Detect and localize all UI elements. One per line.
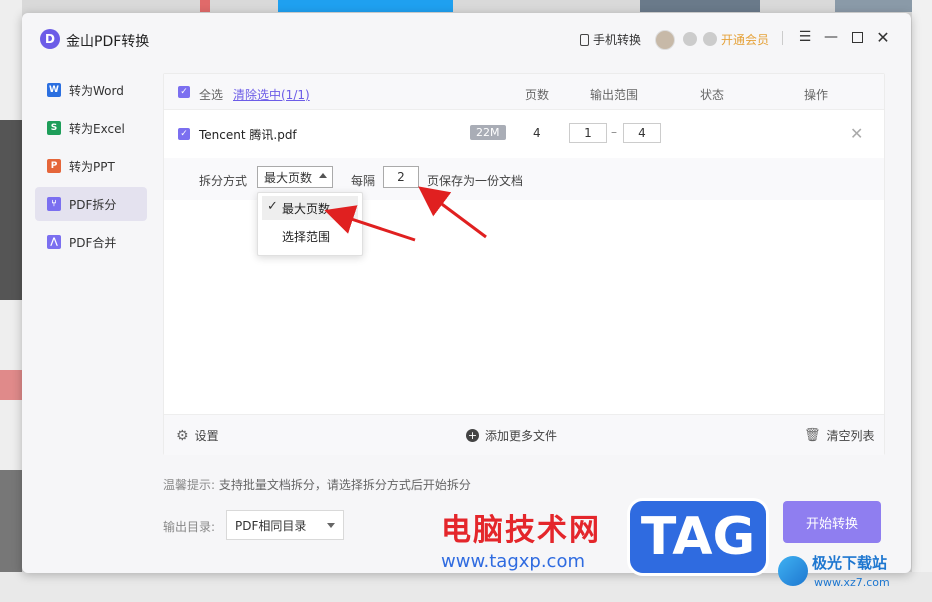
watermark-title: 电脑技术网	[441, 513, 601, 548]
watermark-brand-logo-icon	[778, 556, 808, 586]
watermark-url: www.tagxp.com	[441, 551, 585, 572]
watermark-tag-logo: TAG	[627, 498, 769, 576]
arrow-to-option	[324, 205, 416, 242]
arrow-to-input	[418, 186, 487, 239]
watermark-brand-url: www.xz7.com	[814, 576, 890, 589]
watermark-brand: 极光下载站	[812, 554, 888, 572]
